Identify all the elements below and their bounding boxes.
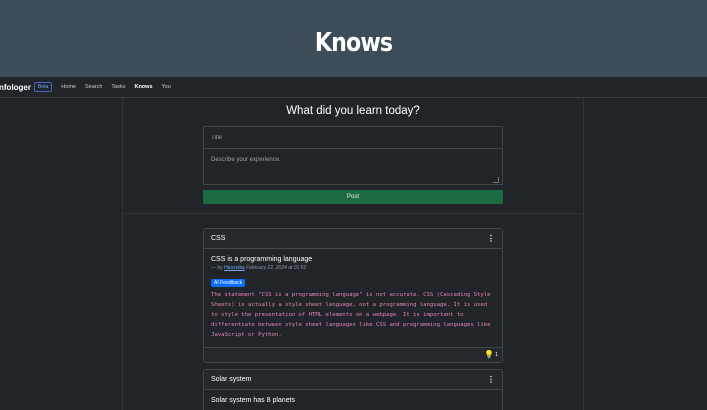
navbar: nfologer Beta Home Search Tasks Knows Yo… [0,77,707,98]
main-column: What did you learn today? Post CSS ⋮ CSS… [122,98,584,410]
nav-link-knows[interactable]: Knows [134,84,152,90]
post-date: February 22, 2024 at 01:52 [246,265,307,271]
card-header: CSS ⋮ [204,229,502,249]
card-category: CSS [211,235,226,242]
resize-grip-icon[interactable] [493,177,499,183]
more-options-icon[interactable]: ⋮ [487,375,495,384]
post-button[interactable]: Post [203,190,503,204]
ai-feedback-badge: AI Feedback [211,279,246,287]
title-input[interactable] [203,126,503,149]
ai-feedback-text: The statement "CSS is a programming lang… [211,292,491,338]
hero-title: Knows [314,27,393,58]
post-title: CSS is a programming language [211,256,313,263]
composer-prompt: What did you learn today? [286,105,420,117]
nav-link-tasks[interactable]: Tasks [111,84,125,90]
like-count: 1 [495,352,498,358]
hero-banner: Knows [0,0,707,77]
card-category: Solar system [211,376,252,383]
nav-link-search[interactable]: Search [85,84,102,90]
post-title: Solar system has 8 planets [211,397,296,404]
nav-link-home[interactable]: Home [61,84,76,90]
beta-badge: Beta [34,82,53,92]
card-footer: 💡 1 [204,347,502,362]
card-body: Solar system has 8 planets [204,390,502,404]
know-card: Solar system ⋮ Solar system has 8 planet… [203,369,503,410]
card-header: Solar system ⋮ [204,370,502,390]
know-card: CSS ⋮ CSS is a programming language — by… [203,228,503,363]
author-link[interactable]: Hunzoliia [224,265,245,271]
lightbulb-icon[interactable]: 💡 [484,350,494,359]
composer: What did you learn today? Post [123,98,583,214]
nav-link-you[interactable]: You [162,84,171,90]
card-body: CSS is a programming language — by Hunzo… [204,249,502,340]
more-options-icon[interactable]: ⋮ [487,234,495,243]
description-textarea[interactable] [203,149,503,185]
post-meta: — by Hunzoliia February 22, 2024 at 01:5… [211,265,495,271]
brand-logo[interactable]: nfologer [0,83,31,92]
by-label: — by [211,265,223,271]
